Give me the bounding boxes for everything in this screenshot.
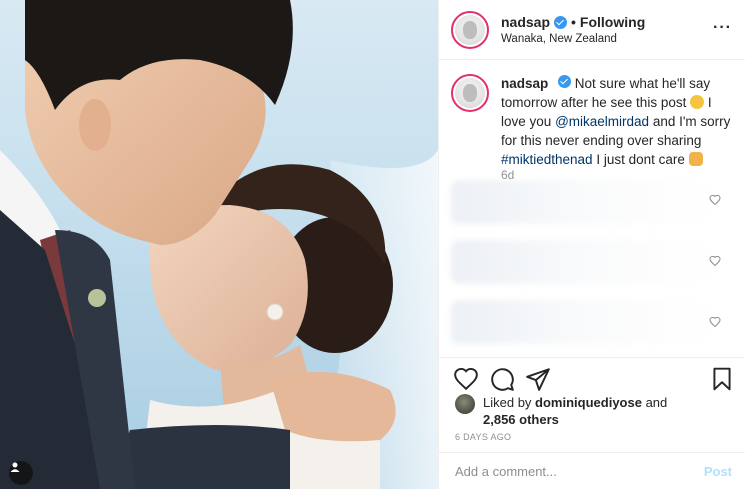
comment-blurred (451, 300, 716, 344)
comment-like-heart-icon[interactable] (709, 194, 721, 206)
caption-part-4: I just dont care (596, 152, 685, 167)
verified-badge-icon (554, 15, 568, 29)
post-caption: nadsap Not sure what he'll say tomorrow … (451, 74, 736, 169)
liked-by-and: and (645, 395, 668, 410)
comment-icon[interactable] (489, 366, 515, 392)
liker-avatar[interactable] (455, 394, 475, 414)
comment-blurred (451, 180, 716, 224)
like-heart-icon[interactable] (453, 366, 479, 392)
cat-emoji-icon (688, 152, 703, 166)
likes-summary: Liked by dominiquediyose and 2,856 other… (455, 394, 683, 428)
likes-text: Liked by dominiquediyose and 2,856 other… (483, 394, 683, 428)
add-comment-bar: Post (439, 452, 745, 489)
following-button[interactable]: Following (580, 14, 645, 30)
liked-by-prefix: Liked by (483, 395, 532, 410)
caption-username[interactable]: nadsap (501, 76, 548, 91)
likes-others-count[interactable]: 2,856 others (483, 412, 559, 427)
grinning-emoji-icon (690, 95, 705, 109)
tagged-user-icon[interactable] (9, 461, 33, 485)
save-bookmark-icon[interactable] (709, 366, 735, 392)
post-comment-button[interactable]: Post (704, 464, 732, 479)
post-location[interactable]: Wanaka, New Zealand (501, 33, 645, 45)
author-avatar[interactable] (451, 10, 489, 49)
share-direct-icon[interactable] (525, 366, 551, 392)
more-options-icon[interactable]: ··· (713, 19, 732, 37)
separator-dot: • (571, 14, 576, 30)
post-actions (439, 357, 745, 397)
liker-username[interactable]: dominiquediyose (535, 395, 642, 410)
author-username[interactable]: nadsap (501, 14, 550, 30)
couple-photo-illustration (0, 0, 438, 489)
hashtag-link[interactable]: #miktiedthenad (501, 152, 593, 167)
post-date[interactable]: 6 DAYS AGO (455, 432, 511, 442)
caption-text: nadsap Not sure what he'll say tomorrow … (501, 74, 736, 169)
header-meta: nadsap • Following Wanaka, New Zealand (501, 14, 645, 45)
caption-avatar[interactable] (451, 74, 489, 112)
comment-blurred (451, 240, 716, 284)
comment-like-heart-icon[interactable] (709, 316, 721, 328)
post-side-panel: nadsap • Following Wanaka, New Zealand ·… (438, 0, 745, 489)
post-photo[interactable] (0, 0, 438, 489)
verified-badge-icon (558, 75, 572, 88)
post-header: nadsap • Following Wanaka, New Zealand ·… (439, 0, 745, 60)
comment-like-heart-icon[interactable] (709, 255, 721, 267)
mention-link[interactable]: @mikaelmirdad (555, 114, 649, 129)
comment-input[interactable] (455, 463, 675, 479)
